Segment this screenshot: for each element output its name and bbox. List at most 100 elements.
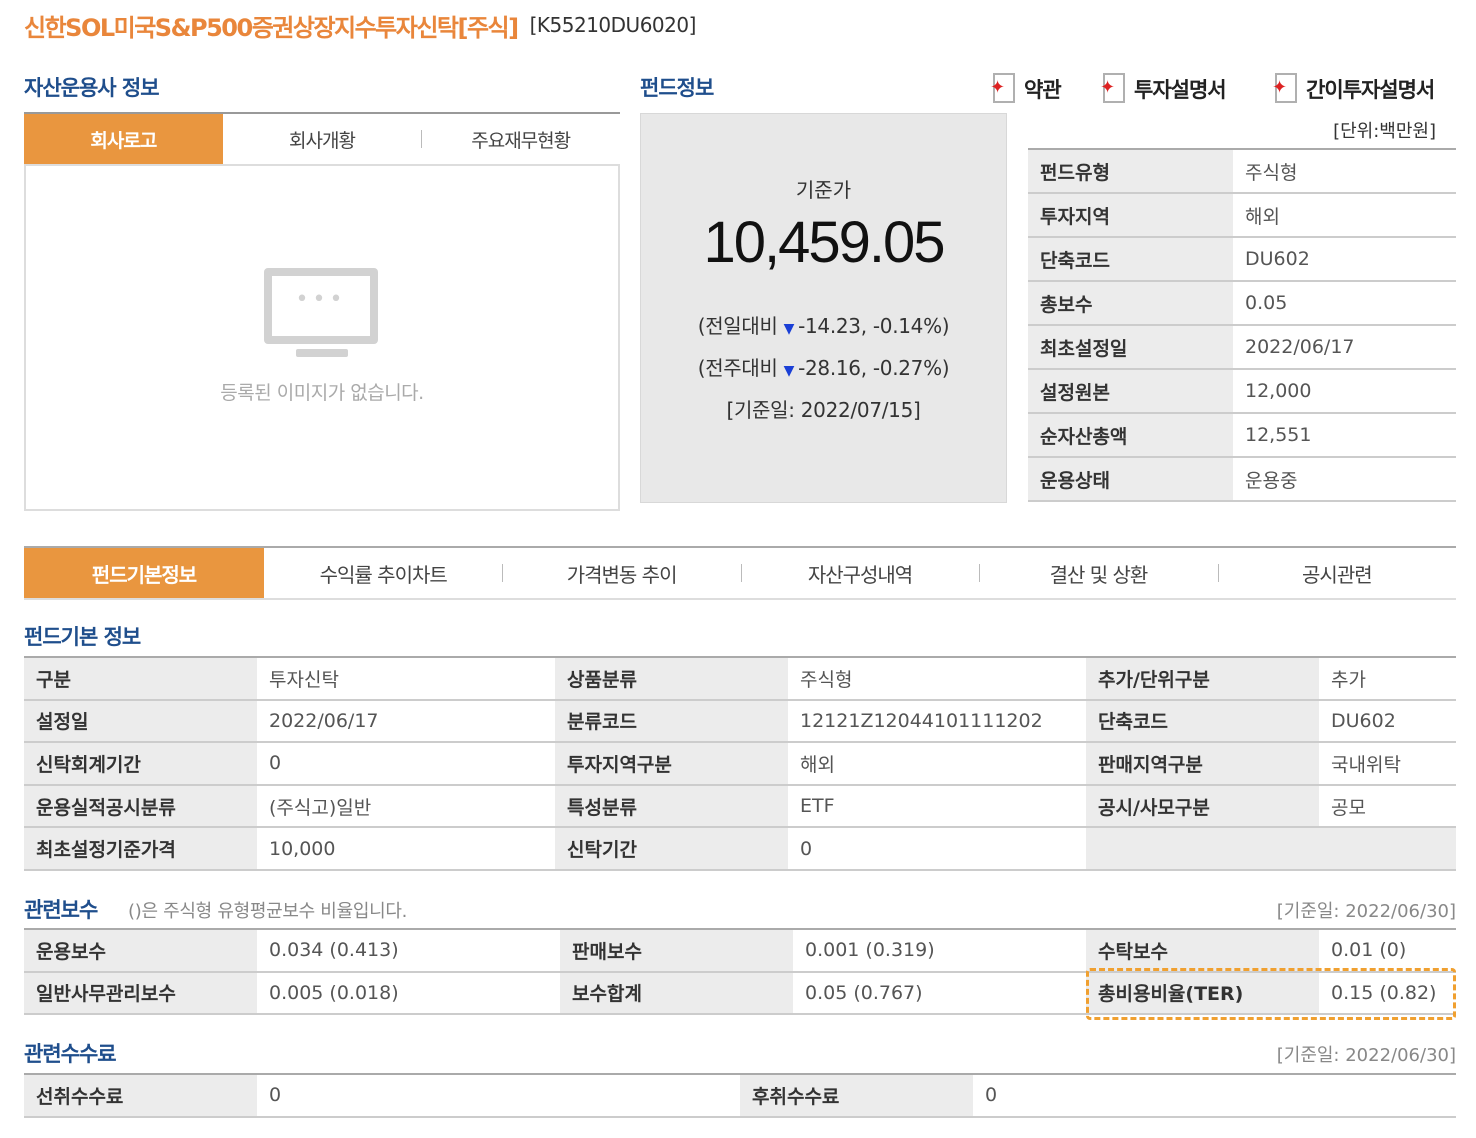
cell-value: 0.01 (0) (1319, 929, 1456, 973)
fees-title: 관련보수 (24, 898, 98, 922)
cell-key: 수탁보수 (1086, 929, 1319, 973)
basic-info-table: 구분 투자신탁 상품분류 주식형 추가/단위구분 추가 설정일 2022/06/17 분… (24, 656, 1456, 871)
info-value: 12,551 (1233, 413, 1456, 458)
cell-value: 0.034 (0.413) (257, 929, 560, 973)
price-base-date: [기준일: 2022/07/15] (726, 398, 921, 422)
cell-key: 공시/사모구분 (1086, 784, 1319, 829)
tab-fund-basic-info[interactable]: 펀드기본정보 (24, 548, 264, 598)
fees-table: 운용보수 0.034 (0.413) 판매보수 0.001 (0.319) 수탁보수… (24, 928, 1456, 1016)
cell-key: 신탁회계기간 (24, 742, 257, 786)
cell-key: 판매보수 (560, 929, 793, 973)
cell-value: 0 (257, 1074, 740, 1118)
cell-key: 분류코드 (555, 699, 788, 744)
cell-value: 2022/06/17 (257, 699, 555, 744)
cell-key: 투자지역구분 (555, 742, 788, 786)
cell-key: 구분 (24, 657, 257, 701)
table-row: 운용보수 0.034 (0.413) 판매보수 0.001 (0.319) 수탁보수… (24, 929, 1456, 973)
info-value: 0.05 (1233, 281, 1456, 326)
tab-disclosure[interactable]: 공시관련 (1217, 548, 1456, 598)
basic-info-title: 펀드기본 정보 (24, 625, 141, 649)
table-row: 투자지역 해외 (1028, 193, 1456, 238)
cell-key: 판매지역구분 (1086, 742, 1319, 786)
cell-value: DU602 (1319, 699, 1456, 744)
fund-code: [K55210DU6020] (529, 13, 697, 37)
weekly-change-value: -28.16, -0.27%) (798, 356, 950, 380)
tab-asset-composition[interactable]: 자산구성내역 (740, 548, 979, 598)
table-row: 구분 투자신탁 상품분류 주식형 추가/단위구분 추가 (24, 657, 1456, 701)
daily-change-value: -14.23, -0.14%) (798, 314, 950, 338)
monitor-icon: ••• (264, 268, 378, 344)
simple-prospectus-link[interactable]: ✦ 간이투자설명서 (1272, 70, 1435, 108)
cell-key: 특성분류 (555, 784, 788, 829)
info-value: 12,000 (1233, 369, 1456, 414)
cell-value: 추가 (1319, 657, 1456, 701)
cell-value: 해외 (788, 742, 1086, 786)
tab-financials[interactable]: 주요재무현황 (421, 114, 620, 164)
cell-key: 추가/단위구분 (1086, 657, 1319, 701)
monitor-stand-icon (296, 349, 348, 357)
cell-value: 국내위탁 (1319, 742, 1456, 786)
table-row: 선취수수료 0 후취수수료 0 (24, 1074, 1456, 1118)
info-value: DU602 (1233, 237, 1456, 282)
info-key: 운용상태 (1028, 457, 1233, 502)
terms-link[interactable]: ✦ 약관 (990, 70, 1062, 108)
cell-value: 10,000 (257, 827, 555, 871)
table-row: 단축코드 DU602 (1028, 237, 1456, 282)
cell-value: 0.05 (0.767) (793, 971, 1086, 1016)
cell-value: ETF (788, 784, 1086, 829)
company-tabs: 회사로고 회사개황 주요재무현황 (24, 114, 620, 164)
cell-key: 상품분류 (555, 657, 788, 701)
table-row: 운용상태 운용중 (1028, 457, 1456, 502)
commissions-base-date: [기준일: 2022/06/30] (1276, 1045, 1456, 1066)
tab-company-overview[interactable]: 회사개황 (223, 114, 422, 164)
cell-key (1086, 827, 1319, 871)
prospectus-link[interactable]: ✦ 투자설명서 (1100, 70, 1227, 108)
cell-key: 일반사무관리보수 (24, 971, 257, 1016)
table-row: 펀드유형 주식형 (1028, 149, 1456, 194)
company-section-title: 자산운용사 정보 (24, 76, 160, 100)
page-header: 신한SOL미국S&P500증권상장지수투자신탁[주식] [K55210DU602… (24, 8, 696, 42)
info-value: 2022/06/17 (1233, 325, 1456, 370)
down-arrow-icon: ▼ (783, 321, 795, 337)
weekly-change: (전주대비 ▼ -28.16, -0.27%) (641, 352, 1006, 381)
cell-key: 선취수수료 (24, 1074, 257, 1118)
daily-change-label: (전일대비 (697, 314, 778, 338)
tab-company-logo[interactable]: 회사로고 (24, 114, 223, 164)
cell-value: 0 (973, 1074, 1456, 1118)
table-row: 일반사무관리보수 0.005 (0.018) 보수합계 0.05 (0.767) 총… (24, 971, 1456, 1016)
fund-info-table: 펀드유형 주식형 투자지역 해외 단축코드 DU602 총보수 0.05 최초설정일 20… (1028, 148, 1456, 502)
daily-change: (전일대비 ▼ -14.23, -0.14%) (641, 310, 1006, 339)
simple-prospectus-label: 간이투자설명서 (1306, 78, 1435, 102)
table-row: 순자산총액 12,551 (1028, 413, 1456, 458)
fees-note: ()은 주식형 유형평균보수 비율입니다. (128, 901, 408, 922)
pdf-icon: ✦ (1100, 73, 1128, 105)
info-key: 단축코드 (1028, 237, 1233, 282)
cell-value: 투자신탁 (257, 657, 555, 701)
tab-return-chart[interactable]: 수익률 추이차트 (264, 548, 502, 598)
weekly-change-label: (전주대비 (697, 356, 778, 380)
info-key: 총보수 (1028, 281, 1233, 326)
tab-price-trend[interactable]: 가격변동 추이 (502, 548, 740, 598)
cell-value: 0.15 (0.82) (1319, 971, 1456, 1016)
fees-base-date: [기준일: 2022/06/30] (1276, 901, 1456, 922)
cell-value: 0 (788, 827, 1086, 871)
table-row: 총보수 0.05 (1028, 281, 1456, 326)
info-value: 운용중 (1233, 457, 1456, 502)
table-row: 설정원본 12,000 (1028, 369, 1456, 414)
tab-settlement[interactable]: 결산 및 상환 (979, 548, 1217, 598)
cell-key: 운용실적공시분류 (24, 784, 257, 829)
info-key: 투자지역 (1028, 193, 1233, 238)
cell-key: 보수합계 (560, 971, 793, 1016)
cell-value: 공모 (1319, 784, 1456, 829)
pdf-icon: ✦ (1272, 73, 1300, 105)
info-key: 설정원본 (1028, 369, 1233, 414)
fund-name: 신한SOL미국S&P500증권상장지수투자신탁[주식] (24, 13, 519, 42)
table-row: 운용실적공시분류 (주식고)일반 특성분류 ETF 공시/사모구분 공모 (24, 784, 1456, 829)
cell-value: (주식고)일반 (257, 784, 555, 829)
terms-label: 약관 (1024, 78, 1062, 102)
unit-label: [단위:백만원] (1333, 121, 1436, 142)
prospectus-label: 투자설명서 (1134, 78, 1227, 102)
cell-key: 신탁기간 (555, 827, 788, 871)
cell-value: 주식형 (788, 657, 1086, 701)
table-row: 최초설정기준가격 10,000 신탁기간 0 (24, 827, 1456, 871)
